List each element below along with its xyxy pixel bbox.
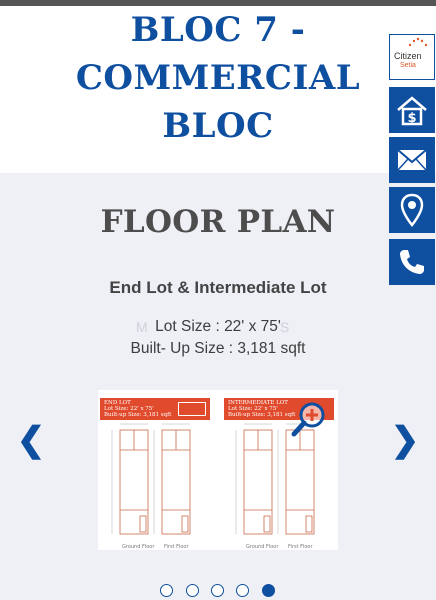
end-lot-plan-header: END LOT Lot Size: 22' x 75' Built-up Siz… — [100, 398, 210, 420]
page-title: BLOC 7 - COMMERCIAL BLOC — [0, 6, 436, 150]
built-up-size-text: Built- Up Size : 3,181 sqft — [130, 340, 306, 357]
carousel-dot-1[interactable] — [160, 584, 173, 597]
svg-text:$: $ — [407, 111, 416, 126]
end-lot-caption-ground: Ground Floor — [122, 544, 155, 550]
carousel-prev-button[interactable]: ❮ — [16, 420, 46, 460]
page-title-line1: BLOC 7 - COMMERCIAL — [75, 10, 361, 98]
price-enquiry-button[interactable]: $ — [389, 87, 435, 133]
floor-plan-title: FLOOR PLAN — [100, 204, 336, 240]
location-button[interactable] — [389, 187, 435, 233]
phone-icon — [400, 250, 424, 274]
intermediate-lot-caption-ground: Ground Floor — [246, 544, 279, 550]
email-button[interactable] — [389, 137, 435, 183]
house-dollar-icon: $ — [397, 96, 427, 126]
end-lot-plan: END LOT Lot Size: 22' x 75' Built-up Siz… — [100, 398, 210, 550]
logo-dots-icon — [408, 37, 428, 47]
page-title-line2: BLOC — [162, 106, 274, 146]
end-lot-plan-built: Built-up Size: 3,181 sqft — [104, 412, 172, 418]
location-pin-icon — [400, 193, 424, 227]
intermediate-lot-plan-built: Built-up Size: 3,181 sqft — [228, 412, 296, 418]
lot-size-text: Lot Size : 22' x 75' — [155, 318, 281, 335]
carousel-dot-4[interactable] — [236, 584, 249, 597]
intermediate-lot-caption-first: First Floor — [288, 544, 313, 550]
end-lot-caption-first: First Floor — [164, 544, 189, 550]
zoom-in-icon[interactable] — [290, 399, 330, 439]
carousel-dot-2[interactable] — [186, 584, 199, 597]
citizen-setia-logo[interactable]: Citizen Setia — [389, 34, 435, 80]
carousel-dot-5[interactable] — [262, 584, 275, 597]
end-lot-drawing — [111, 423, 191, 535]
end-lot-key-plan — [178, 402, 206, 416]
carousel-dot-3[interactable] — [211, 584, 224, 597]
logo-text-citizen: Citizen — [394, 51, 422, 61]
carousel-pagination — [160, 584, 280, 598]
logo-text-setia: Setia — [400, 62, 416, 69]
floor-plan-subtitle: End Lot & Intermediate Lot — [109, 278, 327, 297]
call-button[interactable] — [389, 239, 435, 285]
carousel-next-button[interactable]: ❯ — [390, 420, 420, 460]
mail-icon — [397, 149, 427, 171]
